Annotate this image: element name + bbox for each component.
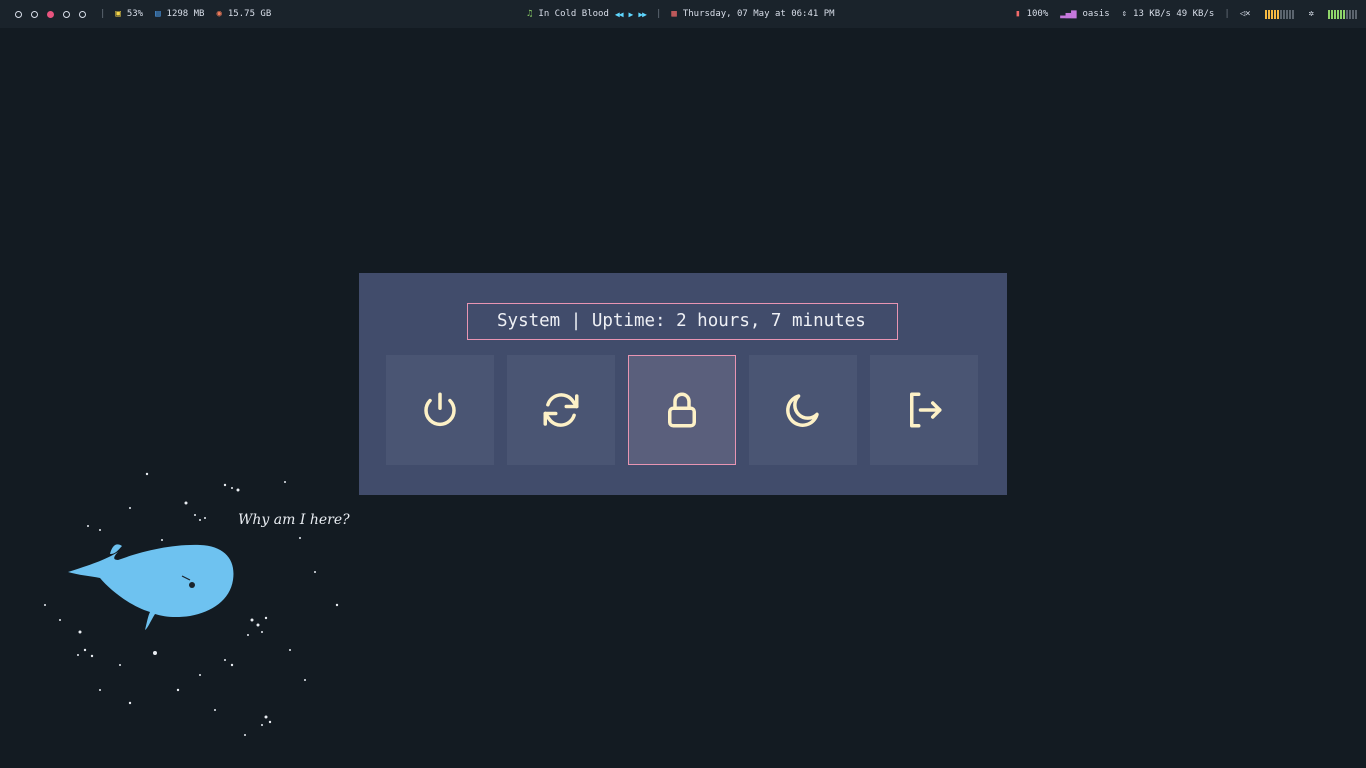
moon-icon (786, 394, 819, 427)
music-note-icon: ♫ (527, 9, 533, 19)
network-module[interactable]: ▂▄▆ oasis (1060, 9, 1109, 19)
play-icon[interactable]: ▶ (629, 10, 634, 19)
logout-button[interactable] (870, 355, 978, 465)
music-track: In Cold Blood (538, 9, 609, 19)
whale-icon (68, 544, 234, 630)
cpu-value: 53% (126, 9, 144, 19)
ram-value: 1298 MB (166, 9, 205, 19)
music-module[interactable]: ♫ In Cold Blood ◀◀ ▶ ▶▶ (527, 9, 647, 19)
speaker-muted-icon: ◁× (1239, 9, 1251, 19)
workspace-2[interactable] (31, 10, 38, 18)
disk-module: ◉ 15.75 GB (216, 9, 271, 19)
volume-level-bar[interactable] (1264, 9, 1295, 19)
disk-icon: ◉ (216, 9, 222, 19)
wallpaper-caption: Why am I here? (238, 512, 350, 528)
brightness-level-bar[interactable] (1328, 9, 1358, 19)
up-down-arrows-icon: ⇕ (1121, 9, 1128, 19)
traffic-module: ⇕ 13 KB/s 49 KB/s (1122, 9, 1215, 19)
next-track-icon[interactable]: ▶▶ (638, 10, 647, 19)
datetime-module[interactable]: ▦ Thursday, 07 May at 06:41 PM (671, 9, 834, 19)
battery-icon: ▮ (1015, 9, 1021, 19)
bar-left-section: | ▣ 53% ▤ 1298 MB ◉ 15.75 GB (10, 0, 283, 28)
bar-center-section: ♫ In Cold Blood ◀◀ ▶ ▶▶ | ▦ Thursday, 07… (527, 0, 847, 28)
refresh-icon (543, 393, 579, 427)
menu-prompt: System | Uptime: 2 hours, 7 minutes (467, 303, 898, 340)
datetime-text: Thursday, 07 May at 06:41 PM (682, 9, 835, 19)
bar-separator: | (655, 9, 662, 19)
previous-track-icon[interactable]: ◀◀ (615, 10, 624, 19)
brightness-icon: ✲ (1308, 9, 1314, 19)
memory-icon: ▤ (155, 9, 161, 19)
network-ssid: oasis (1082, 9, 1110, 19)
power-menu: System | Uptime: 2 hours, 7 minutes (359, 273, 1007, 495)
battery-module: ▮ 100% (1015, 9, 1048, 19)
whale-wallpaper-illustration (44, 472, 339, 736)
volume-module[interactable]: ◁× (1240, 9, 1295, 19)
disk-value: 15.75 GB (227, 9, 272, 19)
wifi-signal-icon: ▂▄▆ (1060, 9, 1077, 19)
traffic-text: 13 KB/s 49 KB/s (1133, 9, 1215, 19)
lock-icon (668, 392, 696, 428)
workspace-4[interactable] (63, 10, 70, 18)
lock-button[interactable] (628, 355, 736, 465)
calendar-icon: ▦ (671, 9, 677, 19)
power-icon (424, 392, 456, 427)
logout-icon (910, 392, 942, 428)
workspace-indicators (10, 10, 90, 18)
brightness-module[interactable]: ✲ (1309, 9, 1358, 19)
suspend-button[interactable] (749, 355, 857, 465)
bar-separator: | (100, 9, 106, 19)
shutdown-button[interactable] (386, 355, 494, 465)
reboot-button[interactable] (507, 355, 615, 465)
bar-separator: | (1224, 9, 1230, 19)
cpu-module: ▣ 53% (115, 9, 143, 19)
top-status-bar: | ▣ 53% ▤ 1298 MB ◉ 15.75 GB ♫ In Cold B… (0, 0, 1366, 28)
workspace-3-active[interactable] (47, 10, 54, 18)
bar-right-section: ▮ 100% ▂▄▆ oasis ⇕ 13 KB/s 49 KB/s | ◁× … (1015, 0, 1358, 28)
battery-value: 100% (1026, 9, 1049, 19)
workspace-1[interactable] (15, 10, 22, 18)
ram-module: ▤ 1298 MB (155, 9, 204, 19)
workspace-5[interactable] (79, 10, 86, 18)
cpu-icon: ▣ (115, 9, 121, 19)
